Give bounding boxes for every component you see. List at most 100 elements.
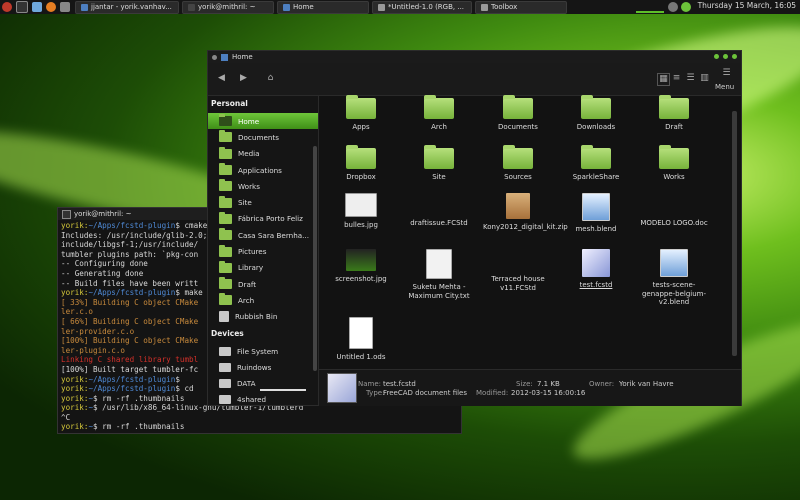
file-item[interactable]: bulles.jpg [326, 193, 396, 230]
file-item[interactable]: test.fcstd [561, 249, 631, 290]
taskbar-item-home[interactable]: Home [277, 0, 369, 14]
taskbar-item-toolbox[interactable]: Toolbox [475, 0, 567, 14]
command-text: $ /usr/lib/x86_64-linux-gnu/tumbler-1/tu… [93, 432, 303, 433]
sidebar-item-site[interactable]: Site [208, 194, 318, 210]
item-label: test.fcstd [579, 281, 613, 289]
status-modified-label: Modified: [476, 389, 509, 397]
prompt-path: ~/Apps/fcstd-plugin [88, 374, 176, 384]
status-owner-label: Owner: [589, 380, 615, 388]
taskbar-label: yorik@mithril: ~ [198, 3, 256, 11]
debian-menu-icon[interactable] [2, 2, 12, 12]
forward-icon[interactable]: ▶ [238, 73, 249, 84]
file-grid: Apps Arch Documents Downloads Draft Dropbox Si… [326, 95, 731, 366]
folder-icon [581, 95, 611, 119]
prompt-user: yorik: [61, 422, 89, 432]
sidebar-item-draft[interactable]: Draft [208, 276, 318, 292]
prompt-user: yorik: [61, 288, 89, 298]
icon-view-icon[interactable]: ▦ [657, 73, 670, 86]
compact-view-icon[interactable]: ☰ [685, 73, 696, 84]
file-item[interactable]: MODELO LOGO.doc [639, 193, 709, 228]
file-item[interactable]: mesh.blend [561, 193, 631, 234]
sidebar-item-label: Media [238, 149, 260, 159]
sidebar-item-arch[interactable]: Arch [208, 292, 318, 308]
folder-item[interactable]: SparkleShare [561, 145, 631, 182]
sidebar-item-rubbish-bin[interactable]: Rubbish Bin [208, 309, 318, 325]
sidebar-item-library[interactable]: Library [208, 260, 318, 276]
folder-icon [219, 163, 232, 176]
close-button[interactable] [732, 54, 737, 59]
command-text: $ rm -rf .thumbnails [93, 393, 185, 403]
sidebar-item-applications[interactable]: Applications [208, 162, 318, 178]
taskbar-item-chat[interactable]: jjantar - yorik.vanhav... [75, 0, 179, 14]
status-type-label: Type: [366, 389, 385, 397]
device-item-data[interactable]: DATA [208, 375, 318, 391]
prompt-path: ~/Apps/fcstd-plugin [88, 221, 176, 230]
status-size-value: 7.1 KB [537, 380, 560, 388]
folder-icon [219, 293, 232, 306]
sidebar-scrollbar[interactable] [313, 146, 317, 371]
taskbar-item-terminal[interactable]: yorik@mithril: ~ [182, 0, 274, 14]
text-file-icon [426, 249, 452, 279]
prompt-user: yorik: [61, 432, 88, 433]
item-label: Dropbox [346, 173, 376, 181]
folder-item[interactable]: Downloads [561, 95, 631, 132]
file-manager-window[interactable]: Home ◀ ▶ ⌂ ▦ ≡ ☰ ▥ ☰ Menu Personal Home D… [207, 50, 742, 406]
file-item[interactable]: draftissue.FCStd [404, 193, 474, 228]
disk-usage-bar [260, 388, 306, 391]
folder-item[interactable]: Draft [639, 95, 709, 132]
fm-titlebar[interactable]: Home [208, 51, 741, 63]
maximize-button[interactable] [723, 54, 728, 59]
content-scrollbar[interactable] [732, 111, 737, 356]
status-icon[interactable] [681, 2, 691, 12]
file-item[interactable]: tests-scene-genappe-belgium-v2.blend [639, 249, 709, 307]
item-label: draftissue.FCStd [410, 219, 468, 227]
folder-item[interactable]: Arch [404, 95, 474, 132]
terminal-launcher-icon[interactable] [16, 1, 28, 13]
file-item[interactable]: screenshot.jpg [326, 249, 396, 284]
sidebar-item-label: Pictures [238, 247, 267, 257]
minimize-button[interactable] [714, 54, 719, 59]
folder-item[interactable]: Documents [483, 95, 553, 132]
file-item[interactable]: Terraced house v11.FCStd [483, 249, 553, 292]
network-icon[interactable] [668, 2, 678, 12]
folder-item[interactable]: Site [404, 145, 474, 182]
home-breadcrumb-icon[interactable]: ⌂ [264, 73, 277, 84]
sidebar-item-casa-sara-bernha-[interactable]: Casa Sara Bernha... [208, 227, 318, 243]
folder-item[interactable]: Dropbox [326, 145, 396, 182]
drive-icon [219, 379, 231, 389]
sidebar-item-media[interactable]: Media [208, 146, 318, 162]
blend-file-icon [660, 249, 688, 277]
window-menu-icon[interactable] [212, 54, 217, 60]
menu-icon[interactable]: ☰ [721, 68, 732, 79]
device-item-file-system[interactable]: File System [208, 343, 318, 359]
column-view-icon[interactable]: ▥ [699, 73, 710, 84]
folder-item[interactable]: Sources [483, 145, 553, 182]
file-item[interactable]: Untitled 1.ods [326, 317, 396, 362]
file-item[interactable]: Suketu Mehta - Maximum City.txt [404, 249, 474, 300]
back-icon[interactable]: ◀ [216, 73, 227, 84]
clock[interactable]: Thursday 15 March, 16:05 [698, 1, 796, 10]
gimp-launcher-icon[interactable] [60, 2, 70, 12]
item-label: Documents [498, 123, 538, 131]
list-view-icon[interactable]: ≡ [671, 73, 682, 84]
menu-button-label[interactable]: Menu [715, 83, 734, 91]
folder-item[interactable]: Apps [326, 95, 396, 132]
sidebar-item-works[interactable]: Works [208, 178, 318, 194]
file-item[interactable]: Kony2012_digital_kit.zip [483, 193, 568, 232]
taskbar-label: *Untitled-1.0 (RGB, ... [388, 3, 465, 11]
firefox-launcher-icon[interactable] [46, 2, 56, 12]
item-label: SparkleShare [572, 173, 620, 181]
home-folder-icon [221, 53, 228, 61]
taskbar-item-gimp-image[interactable]: *Untitled-1.0 (RGB, ... [372, 0, 472, 14]
sidebar-item-label: Fábrica Porto Feliz [238, 214, 303, 224]
sidebar-item-documents[interactable]: Documents [208, 129, 318, 145]
sidebar-item-pictures[interactable]: Pictures [208, 243, 318, 259]
device-item-4shared[interactable]: 4shared [208, 392, 318, 408]
files-launcher-icon[interactable] [32, 2, 42, 12]
folder-icon [503, 95, 533, 119]
sidebar-item-label: Draft [238, 279, 257, 289]
sidebar-item-home[interactable]: Home [208, 113, 318, 130]
sidebar-item-f-brica-porto-feliz[interactable]: Fábrica Porto Feliz [208, 211, 318, 227]
folder-item[interactable]: Works [639, 145, 709, 182]
device-item-ruindows[interactable]: Ruindows [208, 359, 318, 375]
